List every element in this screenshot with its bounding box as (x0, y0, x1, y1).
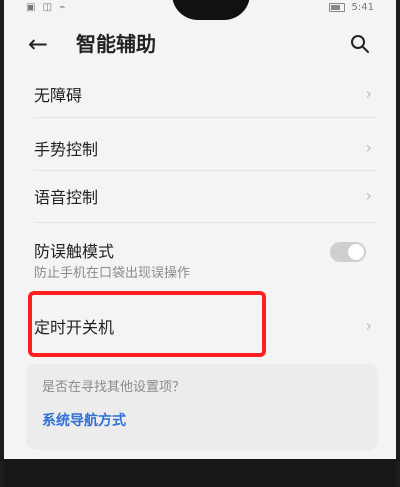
divider (34, 222, 376, 223)
chevron-right-icon: › (365, 316, 372, 335)
search-button[interactable] (348, 32, 372, 56)
menu-item-label: 防误触模式 (34, 242, 115, 261)
highlight-box (28, 291, 266, 357)
chevron-right-icon: › (365, 138, 372, 157)
header: ← 智能辅助 (4, 22, 396, 66)
search-icon (351, 35, 369, 53)
toggle-knob (348, 244, 364, 260)
menu-item-voice-control[interactable]: 语音控制 › (4, 172, 396, 216)
suggestion-question: 是否在寻找其他设置项？ (42, 380, 186, 395)
divider (34, 117, 376, 118)
status-time: 5:41 (351, 2, 374, 13)
menu-item-pocket-mode[interactable]: 防误触模式 防止手机在口袋出现误操作 (4, 226, 396, 288)
menu-item-label: 手势控制 (34, 140, 99, 159)
suggestion-card: 是否在寻找其他设置项？ 系统导航方式 (26, 364, 378, 450)
chevron-right-icon: › (365, 186, 372, 205)
status-right: 5:41 (329, 2, 374, 13)
pocket-mode-toggle[interactable] (330, 242, 366, 262)
arrow-left-icon: ← (28, 30, 49, 58)
bottom-bar (4, 459, 396, 487)
back-button[interactable]: ← (28, 28, 60, 60)
status-left-icons: ▣ ◫ ⌁ (26, 2, 68, 13)
menu-item-subtitle: 防止手机在口袋出现误操作 (34, 266, 191, 281)
status-bar: ▣ ◫ ⌁ 5:41 (4, 0, 396, 18)
menu-item-label: 语音控制 (34, 188, 99, 207)
suggestion-link[interactable]: 系统导航方式 (42, 410, 126, 430)
menu-item-accessibility[interactable]: 无障碍 › (4, 70, 396, 114)
page-title: 智能辅助 (76, 32, 156, 56)
battery-icon (329, 2, 346, 12)
screen: ▣ ◫ ⌁ 5:41 ← 智能辅助 无障碍 › 手势控制 › 语音控制 › 防误… (4, 0, 396, 487)
divider (34, 170, 376, 171)
menu-item-label: 无障碍 (34, 86, 83, 105)
chevron-right-icon: › (365, 84, 372, 103)
menu-item-gesture-control[interactable]: 手势控制 › (4, 124, 396, 168)
